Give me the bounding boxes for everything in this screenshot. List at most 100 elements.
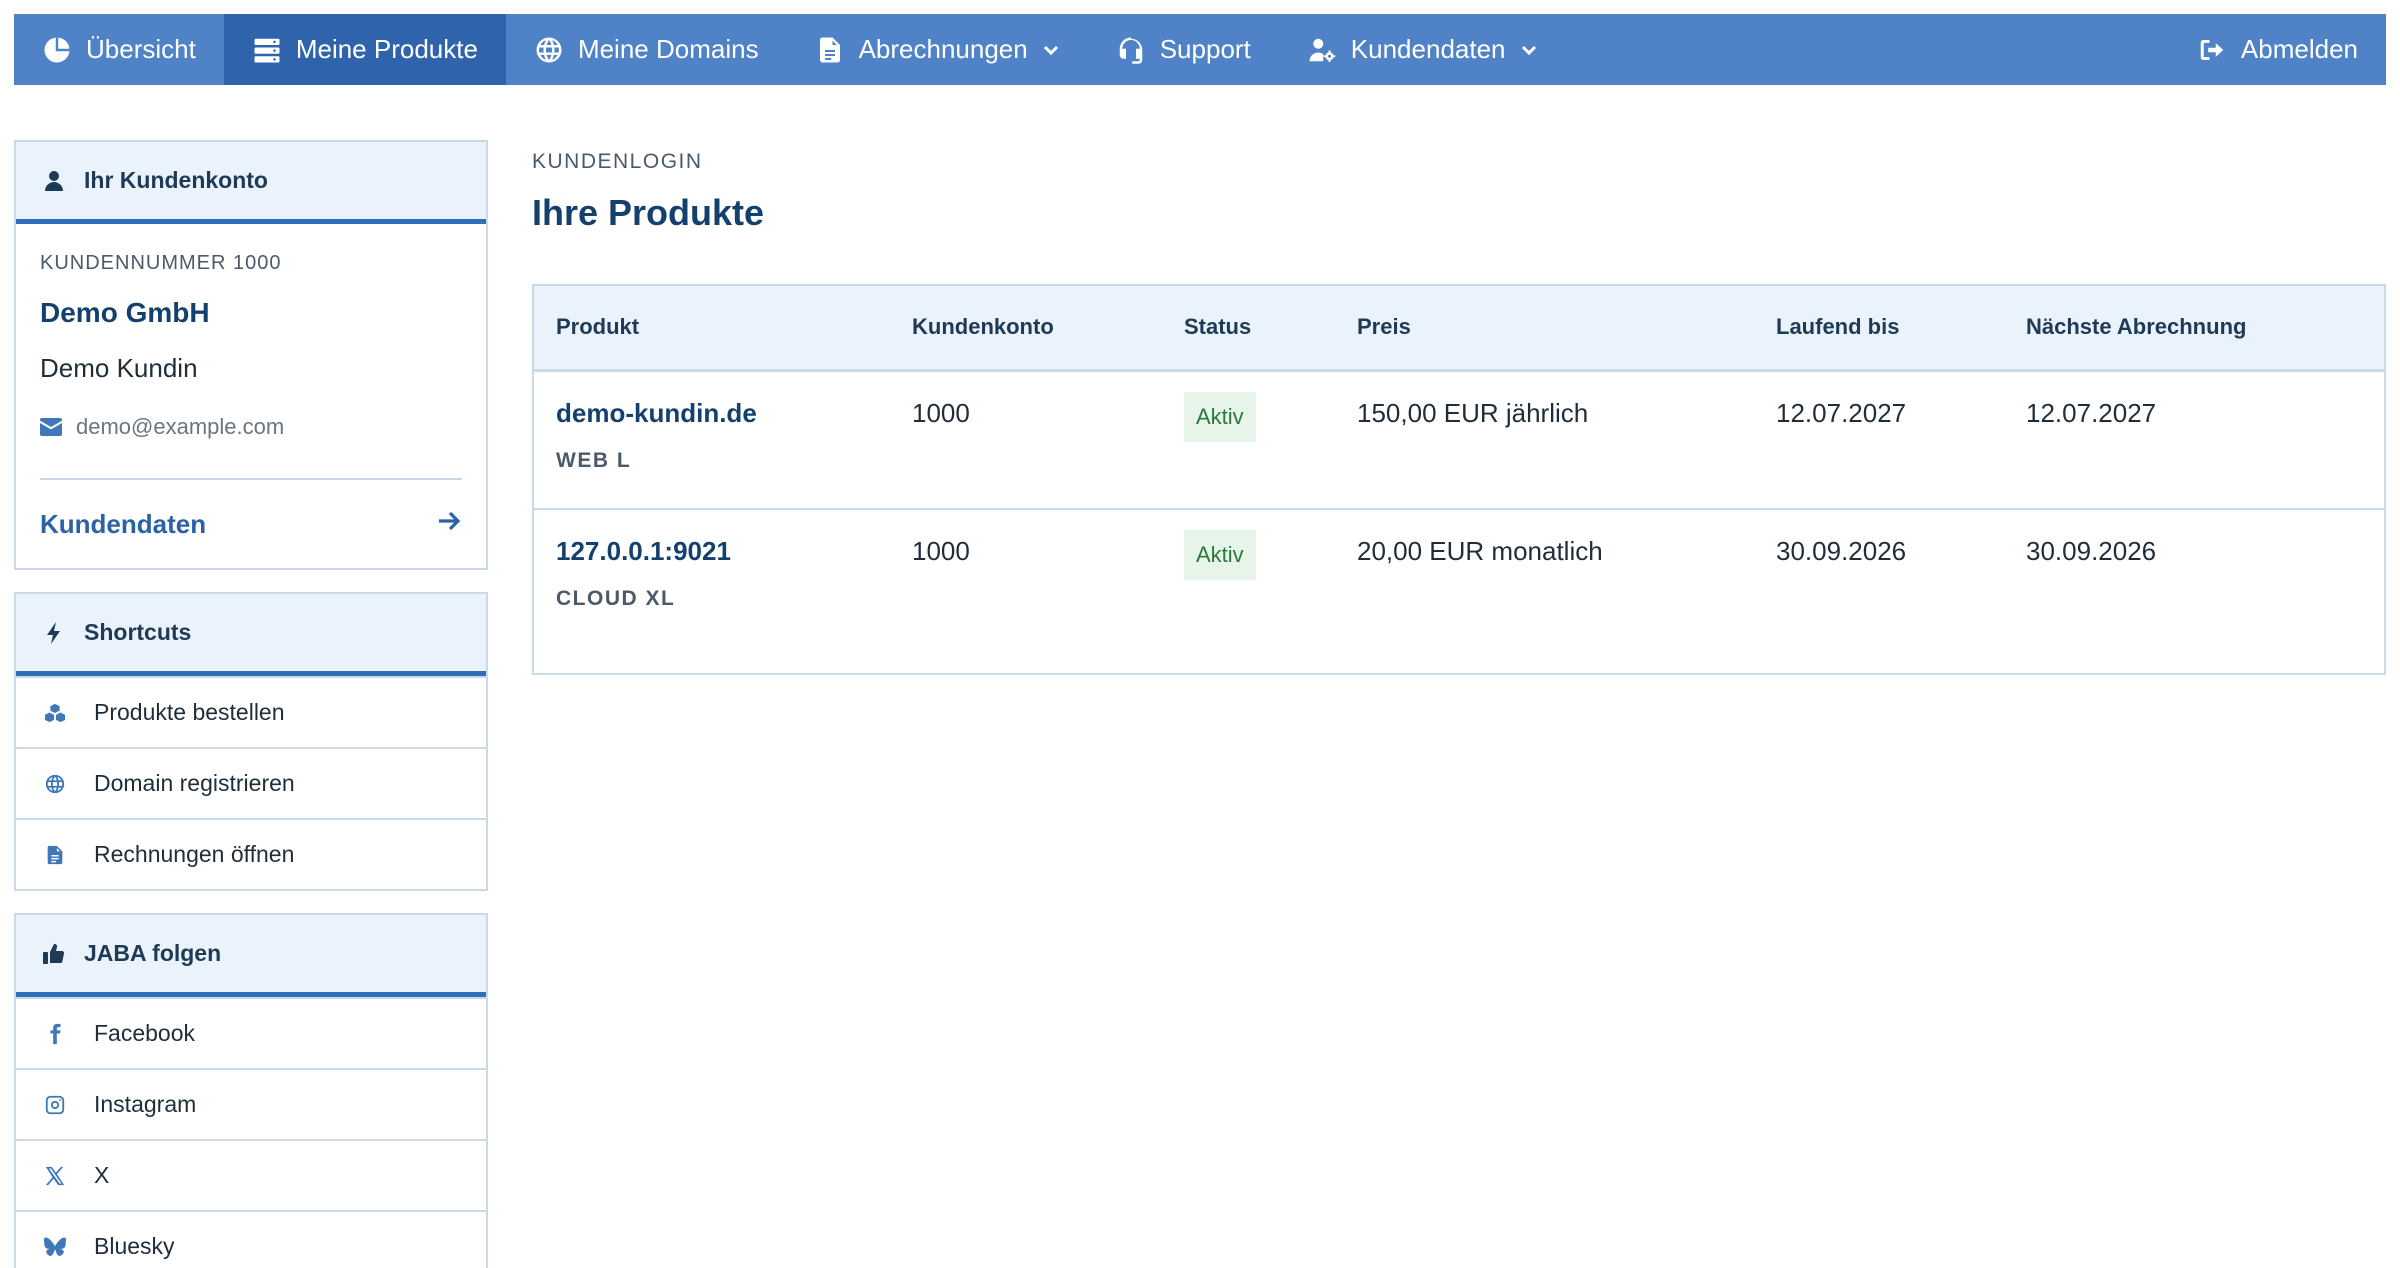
account-body: KUNDENNUMMER 1000 Demo GmbH Demo Kundin … bbox=[16, 224, 486, 568]
social-panel-header: JABA folgen bbox=[16, 915, 486, 997]
bluesky-icon bbox=[44, 1236, 66, 1258]
running-until-cell: 30.09.2026 bbox=[1776, 536, 1907, 566]
nav-item-label: Support bbox=[1159, 34, 1251, 64]
product-plan: WEB L bbox=[556, 448, 632, 472]
main-content: KUNDENLOGIN Ihre Produkte Produkt Kunden… bbox=[532, 140, 2386, 675]
nav-item-kundendaten[interactable]: Kundendaten bbox=[1279, 14, 1566, 85]
status-badge: Aktiv bbox=[1184, 530, 1256, 580]
x-icon bbox=[44, 1165, 66, 1187]
running-until-cell: 12.07.2027 bbox=[1776, 397, 1907, 428]
globe-icon bbox=[44, 773, 66, 795]
table-row: demo-kundin.de WEB L 1000 Aktiv 150,00 E… bbox=[534, 370, 2384, 509]
nav-item-label: Übersicht bbox=[86, 34, 196, 64]
page-eyebrow: KUNDENLOGIN bbox=[532, 150, 703, 173]
account-panel-title: Ihr Kundenkonto bbox=[84, 167, 268, 193]
status-badge: Aktiv bbox=[1184, 391, 1256, 442]
social-label: Facebook bbox=[94, 1020, 196, 1046]
cubes-icon bbox=[44, 702, 66, 724]
next-billing-cell: 12.07.2027 bbox=[2026, 397, 2157, 428]
customer-name: Demo Kundin bbox=[40, 353, 198, 383]
nav-item-meine-produkte[interactable]: Meine Produkte bbox=[223, 14, 506, 85]
social-panel: JABA folgen Facebook Instagram X Bluesky bbox=[14, 913, 488, 1268]
chart-pie-icon bbox=[42, 35, 72, 65]
column-header: Kundenkonto bbox=[912, 314, 1054, 340]
user-gear-icon bbox=[1307, 35, 1337, 65]
product-link[interactable]: demo-kundin.de bbox=[556, 398, 890, 429]
account-cell: 1000 bbox=[912, 536, 970, 566]
account-panel: Ihr Kundenkonto KUNDENNUMMER 1000 Demo G… bbox=[14, 140, 488, 570]
logout-button[interactable]: Abmelden bbox=[2169, 14, 2386, 85]
company-name: Demo GmbH bbox=[40, 297, 210, 328]
status-cell: Aktiv bbox=[1162, 370, 1335, 509]
nav-item-label: Meine Domains bbox=[577, 34, 759, 64]
products-table: Produkt Kundenkonto Status Preis Laufend… bbox=[532, 284, 2386, 675]
social-panel-title: JABA folgen bbox=[84, 940, 222, 966]
page-title: Ihre Produkte bbox=[532, 192, 765, 233]
invoice-icon bbox=[815, 35, 845, 65]
customer-number: KUNDENNUMMER 1000 bbox=[40, 252, 282, 274]
social-link-facebook[interactable]: Facebook bbox=[16, 997, 486, 1068]
account-panel-header: Ihr Kundenkonto bbox=[16, 142, 486, 224]
nav-item-label: Meine Produkte bbox=[295, 34, 478, 64]
chevron-down-icon bbox=[1520, 41, 1538, 59]
social-link-x[interactable]: X bbox=[16, 1139, 486, 1210]
shortcut-label: Rechnungen öffnen bbox=[94, 841, 295, 867]
shortcut-register-domain[interactable]: Domain registrieren bbox=[16, 747, 486, 818]
customer-email: demo@example.com bbox=[40, 414, 462, 440]
invoice-icon bbox=[44, 844, 66, 866]
sign-out-icon bbox=[2197, 35, 2227, 65]
column-header: Laufend bis bbox=[1776, 314, 1900, 340]
nav-item-label: Abrechnungen bbox=[858, 34, 1028, 64]
shortcut-order-products[interactable]: Produkte bestellen bbox=[16, 676, 486, 747]
price-cell: 20,00 EUR monatlich bbox=[1357, 536, 1603, 566]
social-link-instagram[interactable]: Instagram bbox=[16, 1068, 486, 1139]
shortcut-label: Produkte bestellen bbox=[94, 699, 285, 725]
top-navigation: Übersicht Meine Produkte Meine Domains A… bbox=[14, 14, 2386, 85]
column-header: Nächste Abrechnung bbox=[2026, 314, 2247, 340]
column-header: Preis bbox=[1357, 314, 1411, 340]
sidebar: Ihr Kundenkonto KUNDENNUMMER 1000 Demo G… bbox=[14, 140, 488, 1268]
shortcuts-panel-header: Shortcuts bbox=[16, 594, 486, 676]
product-cell: demo-kundin.de WEB L bbox=[534, 370, 890, 509]
globe-icon bbox=[534, 35, 564, 65]
instagram-icon bbox=[44, 1094, 66, 1116]
bolt-icon bbox=[42, 621, 66, 645]
email-text: demo@example.com bbox=[76, 414, 285, 439]
nav-item-label: Kundendaten bbox=[1350, 34, 1506, 64]
table-row: 127.0.0.1:9021 CLOUD XL 1000 Aktiv 20,00… bbox=[534, 509, 2384, 673]
social-link-bluesky[interactable]: Bluesky bbox=[16, 1210, 486, 1268]
status-cell: Aktiv bbox=[1162, 509, 1335, 673]
arrow-right-icon bbox=[436, 508, 462, 541]
column-header: Produkt bbox=[556, 314, 640, 340]
table-header-row: Produkt Kundenkonto Status Preis Laufend… bbox=[534, 286, 2384, 370]
thumbs-up-icon bbox=[42, 942, 66, 966]
nav-item-abrechnungen[interactable]: Abrechnungen bbox=[787, 14, 1088, 85]
user-icon bbox=[42, 169, 66, 193]
customer-data-link[interactable]: Kundendaten bbox=[40, 480, 462, 568]
facebook-icon bbox=[44, 1023, 66, 1045]
server-icon bbox=[252, 35, 282, 65]
nav-item-support[interactable]: Support bbox=[1088, 14, 1279, 85]
shortcut-open-invoices[interactable]: Rechnungen öffnen bbox=[16, 818, 486, 889]
product-cell: 127.0.0.1:9021 CLOUD XL bbox=[534, 509, 890, 673]
social-label: X bbox=[94, 1162, 110, 1188]
column-header: Status bbox=[1184, 314, 1252, 340]
headset-icon bbox=[1116, 35, 1146, 65]
social-label: Bluesky bbox=[94, 1233, 175, 1259]
chevron-down-icon bbox=[1042, 41, 1060, 59]
next-billing-cell: 30.09.2026 bbox=[2026, 536, 2157, 566]
account-cell: 1000 bbox=[912, 397, 970, 428]
product-plan: CLOUD XL bbox=[556, 587, 676, 610]
product-link[interactable]: 127.0.0.1:9021 bbox=[556, 536, 890, 567]
social-label: Instagram bbox=[94, 1091, 197, 1117]
logout-label: Abmelden bbox=[2240, 34, 2358, 64]
shortcuts-panel: Shortcuts Produkte bestellen Domain regi… bbox=[14, 592, 488, 891]
nav-item-meine-domains[interactable]: Meine Domains bbox=[506, 14, 787, 85]
customer-data-link-label: Kundendaten bbox=[40, 508, 207, 539]
shortcut-label: Domain registrieren bbox=[94, 770, 295, 796]
envelope-icon bbox=[40, 418, 62, 436]
price-cell: 150,00 EUR jährlich bbox=[1357, 397, 1589, 428]
shortcuts-panel-title: Shortcuts bbox=[84, 619, 192, 645]
nav-item-uebersicht[interactable]: Übersicht bbox=[14, 14, 224, 85]
